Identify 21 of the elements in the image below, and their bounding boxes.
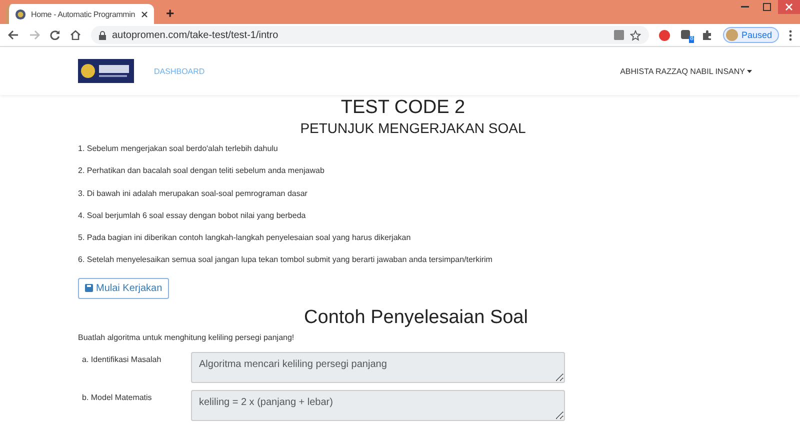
instruction-text: 2. Perhatikan dan bacalah soal dengan teliti sebelum anda menjawab (78, 166, 326, 176)
url-text: autopromen.com/take-test/test-1/intro (112, 30, 278, 40)
instruction-text: 1. Sebelum mengerjakan soal berdo'alah terlebih dahulu (78, 144, 279, 154)
user-menu[interactable]: ABHISTA RAZZAQ NABIL INSANY (620, 66, 752, 76)
new-tab-button[interactable]: + (166, 5, 174, 21)
page-title: TEST CODE 2 (340, 97, 466, 119)
address-bar[interactable]: autopromen.com/take-test/test-1/intro (91, 26, 650, 44)
instruction-text: 6. Setelah menyelesaikan semua soal jangan lupa tekan tombol submit yang berarti jawaban anda tersimpan/terkirim (78, 255, 494, 266)
instruction-text: 5. Pada bagian ini diberikan contoh langkah-langkah penyelesaian soal yang harus dikerjakan (78, 233, 412, 244)
browser-tab[interactable]: Home - Automatic Programmin (6, 4, 154, 24)
field-label: b. Model Matematis (81, 392, 153, 402)
question-text: Buatlah algoritma untuk menghitung keliling persegi panjang! (78, 332, 296, 342)
section-heading: Contoh Penyelesaian Soal (303, 306, 529, 329)
answer-field[interactable]: Algoritma mencari keliling persegi panjang (191, 352, 565, 383)
answer-field[interactable]: keliling = 2 x (panjang + lebar) (191, 390, 565, 421)
field-label: a. Identifikasi Masalah (81, 354, 162, 364)
instruction-text: 4. Soal berjumlah 6 soal essay dengan bobot nilai yang berbeda (78, 210, 307, 221)
profile-button[interactable]: Paused (723, 27, 779, 43)
section-heading: PETUNJUK MENGERJAKAN SOAL (299, 120, 527, 136)
start-button[interactable]: Mulai Kerjakan (78, 278, 170, 299)
instruction-text: 3. Di bawah ini adalah merupakan soal-soal pemrograman dasar (78, 188, 308, 199)
